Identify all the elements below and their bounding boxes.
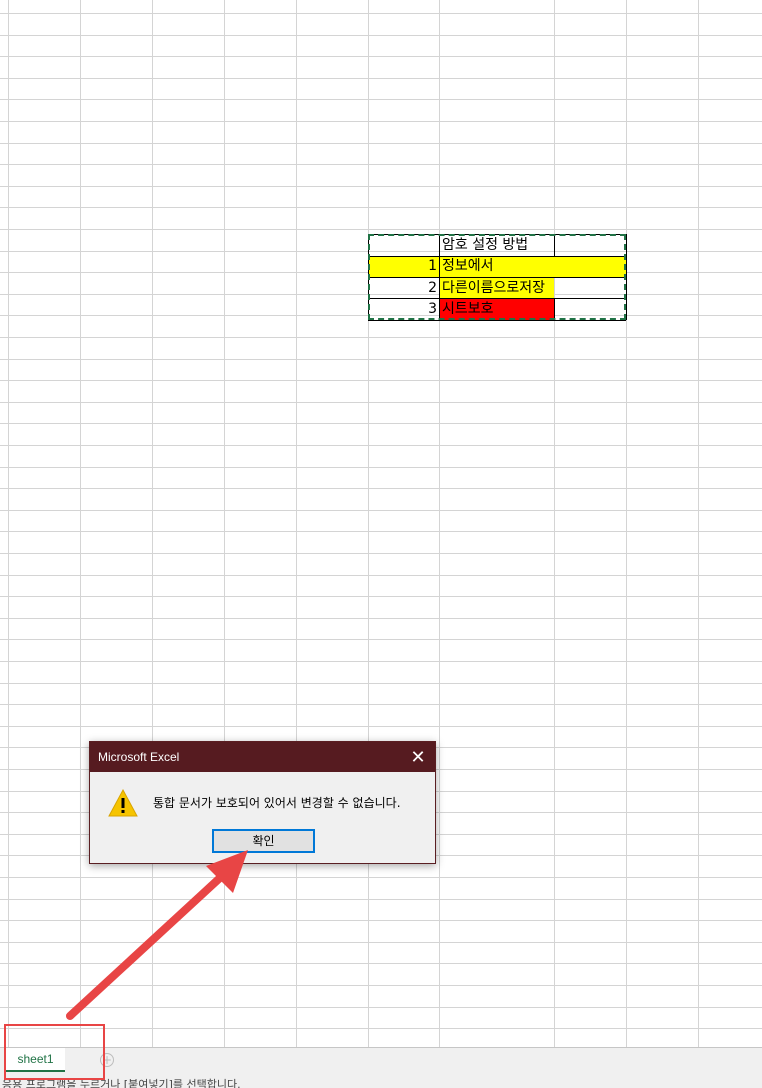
cell-b1[interactable]: 암호 설정 방법: [440, 235, 530, 256]
tab-sheet1[interactable]: sheet1: [6, 1048, 65, 1072]
message-dialog: Microsoft Excel ✕ 통합 문서가 보호되어 있어서 변경할 수 …: [89, 741, 436, 864]
status-text: 응용 프로그램을 누르거나 [붙여넣기]를 선택합니다.: [2, 1078, 241, 1088]
dialog-title: Microsoft Excel: [98, 750, 180, 764]
spreadsheet-grid[interactable]: 암호 설정 방법 1 정보에서 2 다른이름으로저장 3 시트보호: [0, 0, 762, 1047]
ok-button[interactable]: 확인: [212, 829, 315, 853]
cell-b2[interactable]: 정보에서: [440, 256, 496, 277]
dialog-body: 통합 문서가 보호되어 있어서 변경할 수 없습니다. 확인: [90, 772, 435, 863]
close-icon[interactable]: ✕: [401, 742, 435, 772]
cell-a2[interactable]: 1: [369, 256, 439, 277]
dialog-titlebar[interactable]: Microsoft Excel ✕: [90, 742, 435, 772]
dialog-message: 통합 문서가 보호되어 있어서 변경할 수 없습니다.: [153, 796, 401, 810]
cell-b3[interactable]: 다른이름으로저장: [440, 278, 547, 299]
cell-a1[interactable]: [369, 235, 439, 256]
sheet-tab-bar: sheet1 +: [0, 1047, 762, 1073]
status-bar: 응용 프로그램을 누르거나 [붙여넣기]를 선택합니다.: [0, 1073, 762, 1088]
cell-b4[interactable]: 시트보호: [440, 299, 496, 320]
cell-a4[interactable]: 3: [369, 299, 439, 320]
add-sheet-icon[interactable]: +: [100, 1053, 114, 1067]
gridlines: [0, 0, 762, 1047]
warning-icon: [108, 788, 138, 817]
cell-a3[interactable]: 2: [369, 278, 439, 299]
